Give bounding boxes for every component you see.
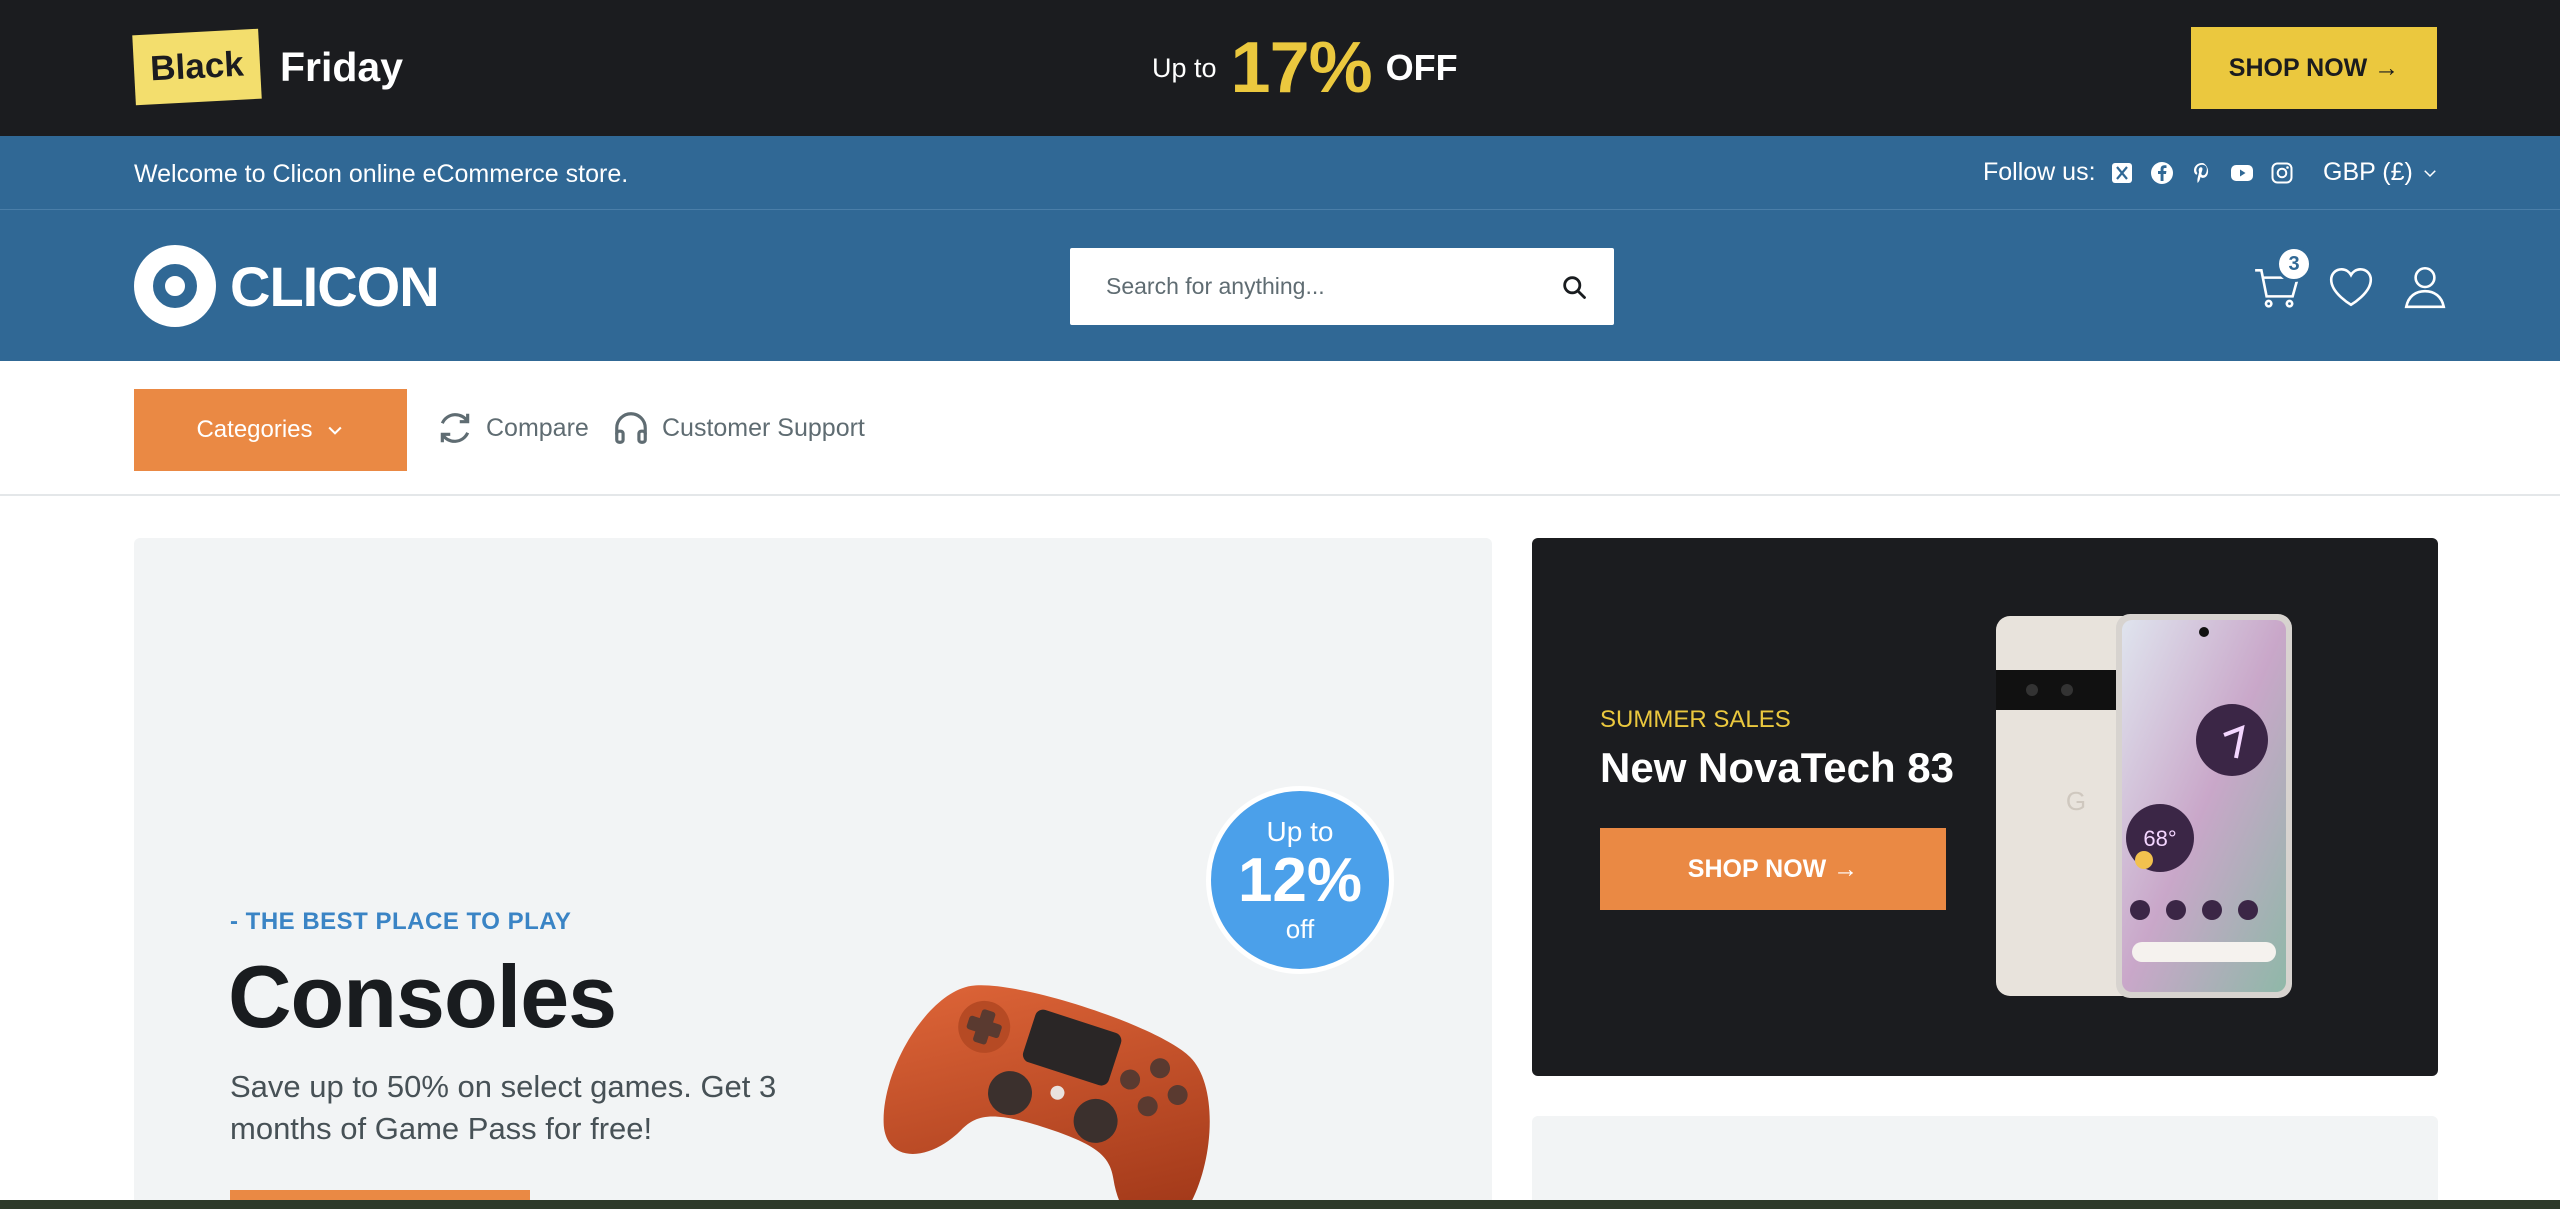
follow-label: Follow us: [1983,158,2096,186]
summer-eyebrow: SUMMER SALES [1600,706,1791,733]
user-icon [2404,266,2446,309]
headphones-icon [615,412,647,444]
promo-up-to: Up to [1152,52,1217,83]
main-header: CLICON 3 [0,210,2560,361]
facebook-icon[interactable] [2148,159,2176,187]
cart-count-badge: 3 [2276,246,2312,282]
secondary-promo-card [1532,1116,2438,1209]
header-actions: 3 [2250,246,2452,322]
compare-label: Compare [486,413,589,442]
currency-label: GBP (£) [2323,158,2413,186]
hero-banner: - THE BEST PLACE TO PLAY Consoles Save u… [134,538,1492,1209]
black-friday-tag: Black [132,28,262,106]
promo-off: OFF [1385,47,1458,88]
customer-support-label: Customer Support [662,413,865,442]
bubble-percent: 12% [1237,846,1363,915]
bubble-off: off [1285,914,1315,944]
promo-banner: Black Friday Up to 17% OFF SHOP NOW → [0,0,2560,136]
secondary-nav: Categories Compare Customer Support [0,361,2560,496]
game-controller-image [883,985,1210,1209]
search-input[interactable] [1070,248,1534,325]
categories-label: Categories [196,416,313,443]
social-follow: Follow us: [1983,158,2296,187]
promo-shop-now-button[interactable]: SHOP NOW → [2191,27,2437,109]
svg-text:G: G [2066,786,2086,816]
youtube-icon[interactable] [2228,159,2256,187]
hero-title: Consoles [228,947,617,1046]
categories-button[interactable]: Categories [134,389,407,471]
bubble-up-to: Up to [1266,816,1334,847]
cart-button[interactable]: 3 [2250,246,2312,314]
chevron-down-icon [327,426,342,435]
currency-selector[interactable]: GBP (£) [2323,158,2439,187]
refresh-icon [440,413,470,443]
x-icon[interactable] [2108,159,2136,187]
instagram-icon[interactable] [2268,159,2296,187]
promo-percent: 17% [1230,28,1373,108]
site-logo[interactable]: CLICON [134,245,440,327]
summer-title: New NovaTech 83 [1600,744,1955,791]
search-icon[interactable] [1534,248,1614,325]
smartphone-image: G 68° [1996,614,2292,998]
chevron-down-icon [2424,169,2436,177]
promo-discount: Up to 17% OFF [1152,28,1458,108]
hero-description: Save up to 50% on select games. Get 3 mo… [230,1069,777,1146]
black-friday-label: Friday [280,44,404,90]
logo-mark [134,245,216,327]
wishlist-button[interactable] [2324,260,2378,314]
search-bar [1070,248,1614,325]
hero-eyebrow: - THE BEST PLACE TO PLAY [230,908,572,935]
compare-link[interactable]: Compare [436,409,589,447]
summer-sales-banner: SUMMER SALES New NovaTech 83 SHOP NOW → … [1532,538,2438,1076]
customer-support-link[interactable]: Customer Support [612,409,865,447]
logo-text: CLICON [230,254,440,318]
svg-text:68°: 68° [2143,826,2176,851]
welcome-message: Welcome to Clicon online eCommerce store… [134,160,629,188]
summer-shop-now-button[interactable]: SHOP NOW → [1600,828,1946,910]
welcome-bar: Welcome to Clicon online eCommerce store… [0,136,2560,210]
account-button[interactable] [2398,260,2452,314]
page-footer-edge [0,1200,2560,1209]
pinterest-icon[interactable] [2188,159,2216,187]
discount-bubble: Up to 12% off [1206,786,1394,974]
heart-icon [2329,267,2373,307]
